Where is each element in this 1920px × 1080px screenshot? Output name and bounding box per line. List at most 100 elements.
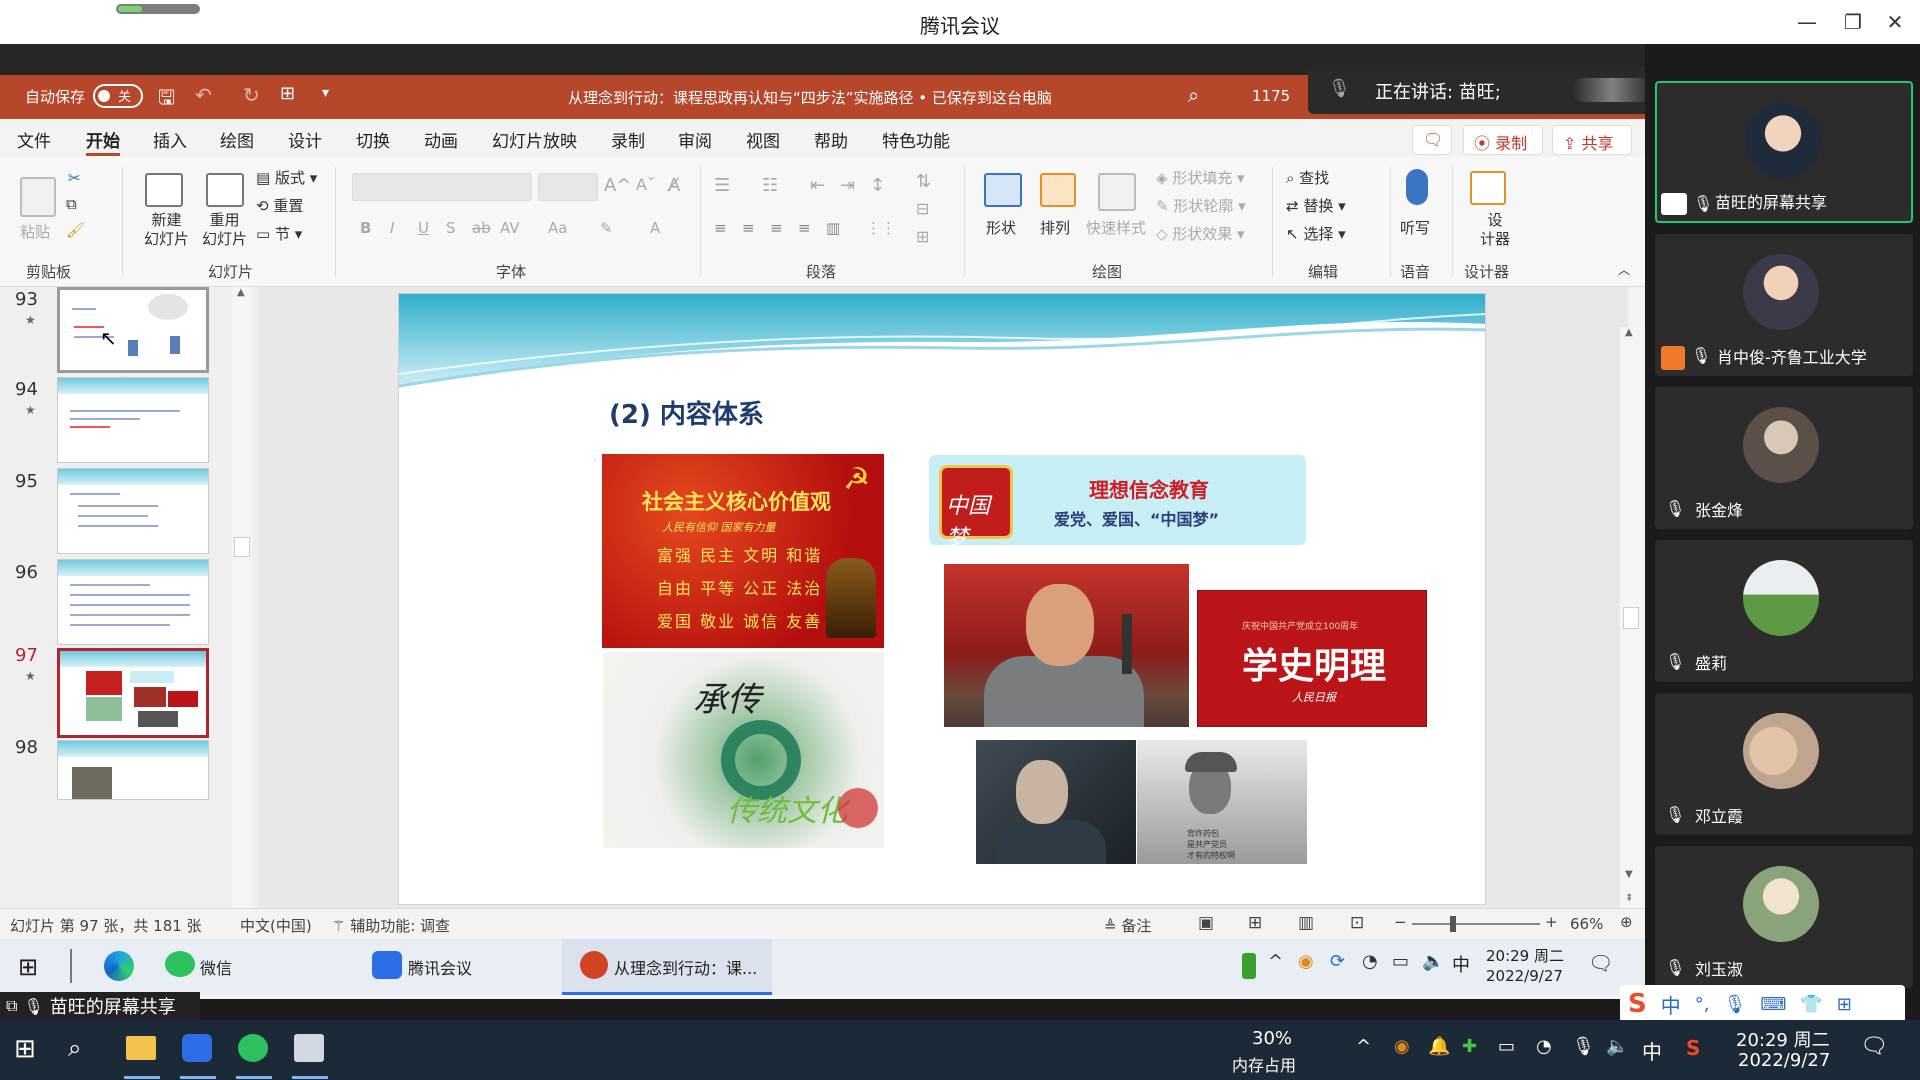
zoom-out-icon[interactable]: − [1394,913,1407,931]
select-button[interactable]: ↖ 选择 ▾ [1286,223,1346,244]
scroll-up-icon[interactable]: ▲ [1625,327,1633,338]
minimize-icon[interactable]: — [1792,8,1822,36]
core-values-image[interactable]: ☭ 社会主义核心价值观 人民有信仰 国家有力量 富强 民主 文明 和谐 自由 平… [602,454,884,648]
shape-outline-button[interactable]: ✎ 形状轮廓 ▾ [1156,195,1246,216]
ime-tools-icon[interactable]: ⊞ [1837,994,1852,1015]
reset-button[interactable]: ⟲ 重置 [256,195,303,216]
bullets-icon[interactable]: ☰ [714,175,730,196]
tray-app-icon[interactable]: ◉ [1394,1036,1410,1057]
dictate-label[interactable]: 听写 [1400,217,1430,238]
notifications-icon[interactable]: 🗨 [1588,951,1613,975]
search-icon[interactable]: ⌕ [68,1034,81,1062]
designer-label[interactable]: 设 计器 [1480,211,1510,249]
smartart-icon[interactable]: ⊞ [916,227,929,246]
font-name-dropdown[interactable] [352,173,532,201]
increase-font-icon[interactable]: A^ [604,175,631,196]
reading-view-icon[interactable]: ▥ [1298,913,1314,933]
tab-design[interactable]: 设计 [288,127,322,152]
tencent-meeting-icon[interactable] [182,1034,212,1062]
collapse-ribbon-icon[interactable]: ︿ [1618,261,1630,278]
paste-icon[interactable] [20,177,56,217]
soldier-film-still[interactable]: 背炸药包 是共产党员 才有的特权啊 [1137,740,1307,864]
participant-card[interactable]: 🎙 邓立霞 [1655,693,1913,835]
document-title[interactable]: 从理念到行动：课程思政再认知与“四步法”实施路径 • 已保存到这台电脑 [568,87,1052,108]
scroll-up-icon[interactable]: ▲ [237,287,245,298]
zoom-level[interactable]: 66% [1570,915,1603,933]
record-button[interactable]: ⦿ 录制 [1463,125,1543,155]
highlight-icon[interactable]: ✎ [600,219,613,237]
arrange-icon[interactable] [1040,173,1076,207]
ime-toolbar[interactable]: S 中 °, 🎙 ⌨ 👕 ⊞ [1620,985,1905,1023]
undo-icon[interactable]: ↶ [195,83,212,107]
participant-card[interactable]: 🎙 盛莉 [1655,540,1913,682]
decrease-indent-icon[interactable]: ⇤ [810,175,825,196]
taskbar-ppt[interactable]: 从理念到行动：课... [614,955,757,979]
restore-icon[interactable]: ❐ [1838,8,1868,36]
section-button[interactable]: ▭ 节 ▾ [256,223,302,244]
copy-icon[interactable]: ⧉ [66,195,77,213]
shape-effects-button[interactable]: ◇ 形状效果 ▾ [1156,223,1245,244]
remote-desktop-icon[interactable] [294,1034,324,1062]
thumbnail-scrollbar[interactable]: ▲ ▼ [232,287,252,952]
zoom-in-icon[interactable]: + [1545,913,1558,931]
tab-insert[interactable]: 插入 [153,127,187,152]
clock-time[interactable]: 20:29 周二 [1736,1026,1830,1052]
slide-scrollbar[interactable]: ▲ ▼ ⇞ ⇟ [1620,327,1642,952]
tab-file[interactable]: 文件 [17,127,51,152]
tab-record[interactable]: 录制 [611,127,645,152]
shadow-icon[interactable]: S [446,219,456,237]
slideshow-view-icon[interactable]: ⊡ [1350,913,1364,933]
wechat-icon[interactable] [165,951,195,977]
wifi-icon[interactable]: ◔ [1362,951,1378,972]
slide-thumbnail-98[interactable] [57,740,209,800]
change-case-icon[interactable]: Aa [548,219,567,237]
previous-slide-icon[interactable]: ⇞ [1625,893,1633,904]
comments-button[interactable]: 🗨 [1412,125,1452,155]
decrease-font-icon[interactable]: Aˇ [636,175,655,194]
tray-plus-icon[interactable]: ✚ [1462,1036,1477,1057]
bold-icon[interactable]: B [360,219,371,237]
distribute-icon[interactable]: ▥ [826,219,840,237]
inner-clock-date[interactable]: 2022/9/27 [1486,967,1563,985]
char-spacing-icon[interactable]: AV [500,219,520,237]
slide-thumbnail-95[interactable] [57,468,209,554]
battery-app-icon[interactable] [1242,953,1256,979]
zoom-slider-thumb[interactable] [1450,916,1456,932]
edge-browser-icon[interactable] [104,951,134,981]
ime-chinese-icon[interactable]: 中 [1661,990,1681,1019]
clear-format-icon[interactable]: A̸ [668,175,680,196]
tab-home[interactable]: 开始 [86,127,120,152]
tray-expand-icon[interactable]: ^ [1268,951,1283,972]
italic-icon[interactable]: I [390,219,394,237]
present-icon[interactable]: ⊞ [280,83,295,104]
new-slide-icon[interactable] [145,173,183,207]
arrange-label[interactable]: 排列 [1040,217,1070,238]
tab-review[interactable]: 审阅 [678,127,712,152]
shapes-label[interactable]: 形状 [986,217,1016,238]
wifi-icon[interactable]: ◔ [1536,1036,1552,1057]
underline-icon[interactable]: U [418,219,429,237]
designer-icon[interactable] [1470,171,1506,205]
tab-features[interactable]: 特色功能 [882,127,950,152]
action-center-icon[interactable]: 🗨 [1860,1034,1888,1059]
numbering-icon[interactable]: ☷ [762,175,778,196]
ime-punct-icon[interactable]: °, [1695,994,1710,1015]
slide-sorter-icon[interactable]: ⊞ [1248,913,1262,933]
clock-date[interactable]: 2022/9/27 [1738,1050,1830,1071]
wechat-icon[interactable] [238,1034,268,1062]
accessibility-button[interactable]: ⚚ 辅助功能: 调查 [332,915,450,936]
dictate-icon[interactable] [1406,169,1428,205]
volume-icon[interactable]: 🔈 [1606,1036,1628,1057]
customize-qat-icon[interactable]: ▾ [322,85,329,101]
taskbar-meeting[interactable]: 腾讯会议 [408,955,472,979]
layout-button[interactable]: ▤ 版式 ▾ [256,167,317,188]
tab-animations[interactable]: 动画 [424,127,458,152]
close-icon[interactable]: ✕ [1880,8,1910,36]
sogou-tray-icon[interactable]: S [1686,1036,1700,1060]
tab-transitions[interactable]: 切换 [356,127,390,152]
redo-icon[interactable]: ↻ [243,83,260,107]
current-slide[interactable]: (2) 内容体系 ☭ 社会主义核心价值观 人民有信仰 国家有力量 富强 民主 文… [398,293,1486,905]
slide-thumbnail-97[interactable] [57,648,209,738]
text-direction-icon[interactable]: ⇅ [916,171,931,192]
ime-skin-icon[interactable]: 👕 [1800,994,1822,1015]
